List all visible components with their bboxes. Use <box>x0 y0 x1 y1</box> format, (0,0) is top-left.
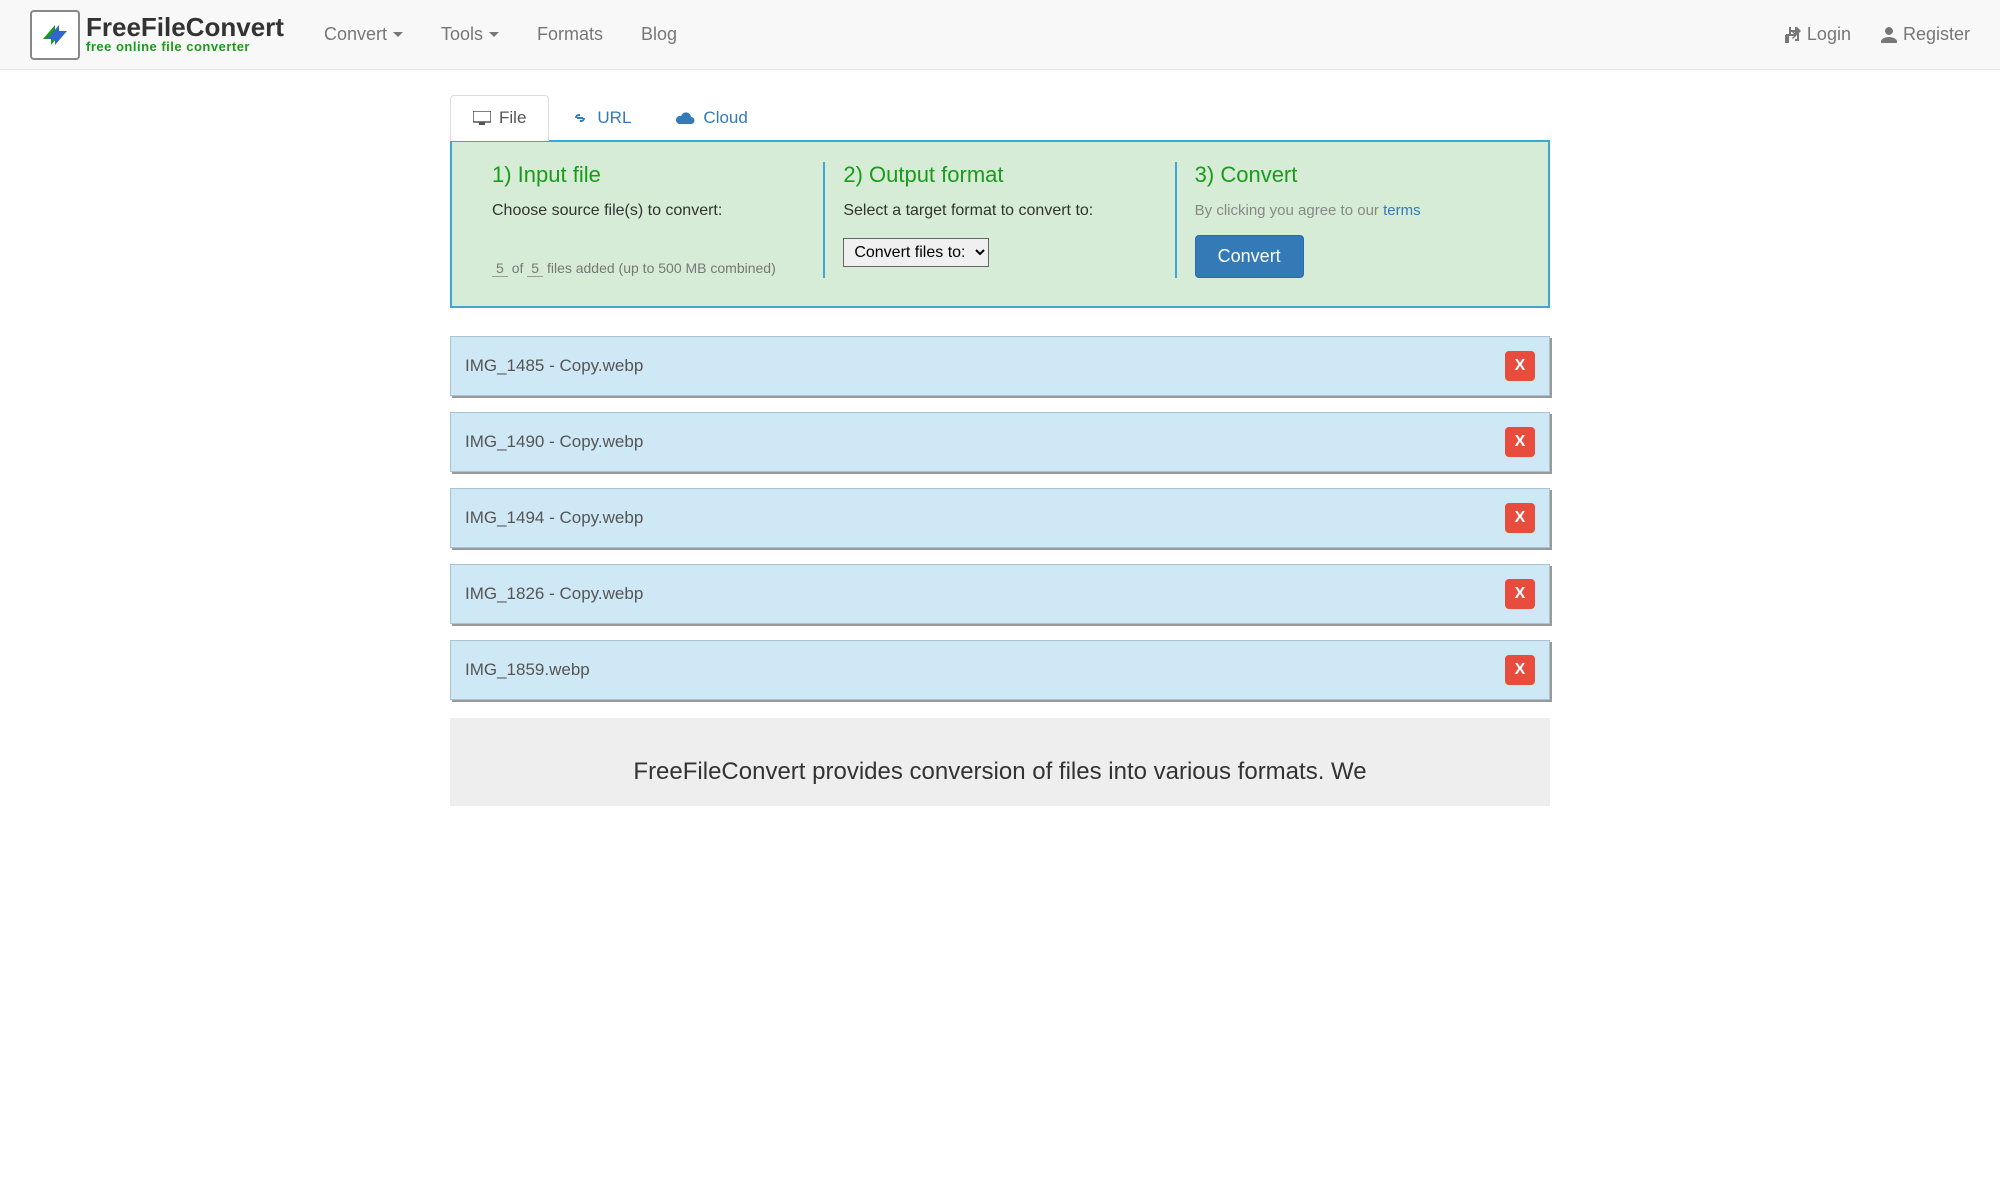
file-name: IMG_1485 - Copy.webp <box>465 356 643 376</box>
file-counter: 5 of 5 files added (up to 500 MB combine… <box>492 260 805 277</box>
terms-prefix: By clicking you agree to our <box>1195 202 1383 219</box>
format-select[interactable]: Convert files to: <box>843 238 989 267</box>
caret-down-icon <box>489 32 499 37</box>
file-item: IMG_1859.webp X <box>450 640 1550 700</box>
file-item: IMG_1490 - Copy.webp X <box>450 412 1550 472</box>
nav-convert-label: Convert <box>324 24 387 45</box>
file-name: IMG_1494 - Copy.webp <box>465 508 643 528</box>
file-count-suffix: files added (up to 500 MB combined) <box>547 260 776 276</box>
file-name: IMG_1859.webp <box>465 660 590 680</box>
step-input: 1) Input file Choose source file(s) to c… <box>474 162 823 278</box>
terms-line: By clicking you agree to our terms <box>1195 202 1508 219</box>
tab-file-label: File <box>499 108 526 128</box>
remove-file-button[interactable]: X <box>1505 427 1535 457</box>
caret-down-icon <box>393 32 403 37</box>
file-list: IMG_1485 - Copy.webpXIMG_1490 - Copy.web… <box>450 336 1550 700</box>
register-label: Register <box>1903 24 1970 45</box>
tab-url-label: URL <box>597 108 631 128</box>
step-input-subtitle: Choose source file(s) to convert: <box>492 202 805 220</box>
remove-file-button[interactable]: X <box>1505 351 1535 381</box>
step-convert: 3) Convert By clicking you agree to our … <box>1175 162 1526 278</box>
nav-tools[interactable]: Tools <box>441 24 499 45</box>
monitor-icon <box>473 111 491 125</box>
description-box: FreeFileConvert provides conversion of f… <box>450 718 1550 806</box>
login-icon <box>1785 27 1801 43</box>
nav-tools-label: Tools <box>441 24 483 45</box>
tab-cloud-label: Cloud <box>703 108 747 128</box>
user-icon <box>1881 27 1897 43</box>
tab-cloud[interactable]: Cloud <box>653 95 769 140</box>
remove-file-button[interactable]: X <box>1505 655 1535 685</box>
nav-formats[interactable]: Formats <box>537 24 603 45</box>
nav-right: Login Register <box>1785 24 1970 45</box>
link-icon <box>571 111 589 125</box>
step-output: 2) Output format Select a target format … <box>823 162 1174 278</box>
remove-file-button[interactable]: X <box>1505 579 1535 609</box>
file-count-max: 5 <box>527 260 543 277</box>
description-text: FreeFileConvert provides conversion of f… <box>633 758 1366 785</box>
login-link[interactable]: Login <box>1785 24 1851 45</box>
nav-links: Convert Tools Formats Blog <box>324 24 1785 45</box>
file-item: IMG_1485 - Copy.webp X <box>450 336 1550 396</box>
logo-icon <box>30 10 80 60</box>
file-count-current: 5 <box>492 260 508 277</box>
step-output-title: 2) Output format <box>843 162 1156 188</box>
remove-file-button[interactable]: X <box>1505 503 1535 533</box>
file-name: IMG_1490 - Copy.webp <box>465 432 643 452</box>
brand-name: FreeFileConvert <box>86 15 284 40</box>
input-tabs: File URL Cloud <box>450 95 1550 140</box>
cloud-icon <box>675 111 695 125</box>
tab-file[interactable]: File <box>450 95 549 141</box>
step-input-title: 1) Input file <box>492 162 805 188</box>
step-convert-title: 3) Convert <box>1195 162 1508 188</box>
login-label: Login <box>1807 24 1851 45</box>
step-output-subtitle: Select a target format to convert to: <box>843 202 1156 220</box>
register-link[interactable]: Register <box>1881 24 1970 45</box>
tab-url[interactable]: URL <box>549 95 653 140</box>
terms-link[interactable]: terms <box>1383 202 1421 219</box>
file-name: IMG_1826 - Copy.webp <box>465 584 643 604</box>
convert-button[interactable]: Convert <box>1195 235 1304 278</box>
file-item: IMG_1826 - Copy.webp X <box>450 564 1550 624</box>
file-count-of: of <box>512 260 524 276</box>
nav-blog[interactable]: Blog <box>641 24 677 45</box>
file-item: IMG_1494 - Copy.webp X <box>450 488 1550 548</box>
main-container: File URL Cloud 1) Input file Choose sour… <box>450 70 1550 806</box>
brand-logo[interactable]: FreeFileConvert free online file convert… <box>30 10 284 60</box>
steps-panel: 1) Input file Choose source file(s) to c… <box>450 140 1550 308</box>
navbar: FreeFileConvert free online file convert… <box>0 0 2000 70</box>
nav-convert[interactable]: Convert <box>324 24 403 45</box>
